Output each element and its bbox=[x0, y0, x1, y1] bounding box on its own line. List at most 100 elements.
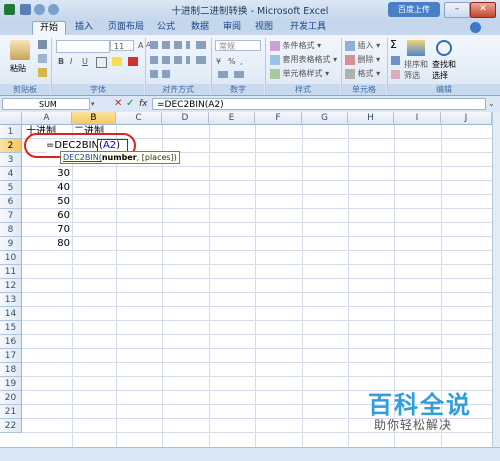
borders-icon[interactable] bbox=[96, 57, 107, 68]
currency-icon[interactable]: ¥ bbox=[216, 56, 221, 67]
column-header-g[interactable]: G bbox=[302, 112, 348, 125]
row-header[interactable]: 4 bbox=[0, 167, 22, 181]
align-top-icon[interactable] bbox=[150, 41, 190, 49]
column-header-d[interactable]: D bbox=[162, 112, 209, 125]
name-box-dropdown-icon[interactable]: ▾ bbox=[91, 100, 95, 108]
cell-a5[interactable]: 40 bbox=[22, 181, 70, 195]
row-header[interactable]: 2 bbox=[0, 139, 22, 153]
close-button[interactable]: ✕ bbox=[470, 2, 496, 18]
tab-page-layout[interactable]: 页面布局 bbox=[102, 21, 150, 34]
row-header[interactable]: 7 bbox=[0, 209, 22, 223]
tab-data[interactable]: 数据 bbox=[186, 21, 214, 34]
font-name-box[interactable] bbox=[56, 40, 110, 53]
fill-icon[interactable] bbox=[391, 56, 400, 65]
column-header-c[interactable]: C bbox=[116, 112, 162, 125]
row-header[interactable]: 20 bbox=[0, 391, 22, 405]
fill-color-icon[interactable] bbox=[112, 57, 122, 66]
font-color-icon[interactable] bbox=[128, 57, 138, 66]
minimize-button[interactable]: – bbox=[444, 2, 470, 18]
grow-font-button[interactable]: A bbox=[138, 40, 143, 51]
indent-icon[interactable] bbox=[150, 70, 174, 78]
underline-button[interactable]: U bbox=[82, 56, 88, 67]
row-header[interactable]: 9 bbox=[0, 237, 22, 251]
sheet-tabs-bar[interactable] bbox=[0, 447, 500, 461]
select-all-corner[interactable] bbox=[0, 112, 22, 125]
column-header-f[interactable]: F bbox=[255, 112, 302, 125]
upload-button[interactable]: 百度上传 bbox=[388, 2, 440, 17]
row-header[interactable]: 12 bbox=[0, 279, 22, 293]
italic-button[interactable]: I bbox=[70, 56, 72, 67]
insert-function-button[interactable]: fx bbox=[139, 99, 148, 109]
find-select-icon[interactable] bbox=[436, 40, 452, 56]
cancel-entry-icon[interactable]: ✕ bbox=[114, 98, 122, 109]
name-box[interactable]: SUM bbox=[2, 98, 90, 110]
row-header[interactable]: 8 bbox=[0, 223, 22, 237]
cell-a8[interactable]: 70 bbox=[22, 223, 70, 237]
insert-cells-button[interactable]: 插入 ▾ bbox=[345, 40, 380, 51]
format-as-table-button[interactable]: 套用表格格式 ▾ bbox=[270, 54, 337, 65]
copy-icon[interactable] bbox=[38, 54, 47, 63]
row-header[interactable]: 13 bbox=[0, 293, 22, 307]
row-header[interactable]: 21 bbox=[0, 405, 22, 419]
column-header-b[interactable]: B bbox=[72, 112, 116, 125]
tab-developer[interactable]: 开发工具 bbox=[284, 21, 332, 34]
cell-a6[interactable]: 50 bbox=[22, 195, 70, 209]
tab-formulas[interactable]: 公式 bbox=[152, 21, 180, 34]
expand-formula-bar-icon[interactable]: ⌄ bbox=[488, 99, 495, 108]
delete-cells-button[interactable]: 删除 ▾ bbox=[345, 54, 380, 65]
column-header-h[interactable]: H bbox=[348, 112, 394, 125]
row-header[interactable]: 16 bbox=[0, 335, 22, 349]
row-header[interactable]: 5 bbox=[0, 181, 22, 195]
find-select-label-1[interactable]: 查找和 bbox=[432, 59, 456, 70]
autosum-button[interactable]: Σ bbox=[390, 39, 397, 50]
help-icon[interactable] bbox=[470, 22, 481, 33]
column-header-e[interactable]: E bbox=[209, 112, 255, 125]
sort-filter-label-1[interactable]: 排序和 bbox=[404, 59, 428, 70]
tab-review[interactable]: 审阅 bbox=[218, 21, 246, 34]
column-header-a[interactable]: A bbox=[22, 112, 72, 125]
align-left-icon[interactable] bbox=[150, 56, 190, 64]
confirm-entry-icon[interactable]: ✓ bbox=[126, 98, 134, 109]
cell-styles-button[interactable]: 单元格样式 ▾ bbox=[270, 68, 329, 79]
row-header[interactable]: 3 bbox=[0, 153, 22, 167]
font-size-box[interactable]: 11 bbox=[110, 40, 134, 51]
row-header[interactable]: 10 bbox=[0, 251, 22, 265]
tab-home[interactable]: 开始 bbox=[32, 21, 66, 35]
column-header-i[interactable]: I bbox=[394, 112, 441, 125]
tab-insert[interactable]: 插入 bbox=[70, 21, 98, 34]
format-cells-button[interactable]: 格式 ▾ bbox=[345, 68, 380, 79]
find-select-label-2[interactable]: 选择 bbox=[432, 70, 448, 81]
cut-icon[interactable] bbox=[38, 40, 47, 49]
decrease-decimal-icon[interactable] bbox=[234, 71, 244, 78]
row-header[interactable]: 19 bbox=[0, 377, 22, 391]
row-header[interactable]: 22 bbox=[0, 419, 22, 433]
increase-decimal-icon[interactable] bbox=[218, 71, 228, 78]
row-header[interactable]: 1 bbox=[0, 125, 22, 139]
sort-filter-label-2[interactable]: 筛选 bbox=[404, 70, 420, 81]
number-format-select[interactable]: 常规 bbox=[215, 40, 261, 51]
row-header[interactable]: 6 bbox=[0, 195, 22, 209]
merge-cells-icon[interactable] bbox=[196, 56, 206, 64]
clear-icon[interactable] bbox=[391, 70, 400, 79]
row-header[interactable]: 18 bbox=[0, 363, 22, 377]
tooltip-function-name[interactable]: DEC2BIN( bbox=[63, 153, 102, 162]
cell-a7[interactable]: 60 bbox=[22, 209, 70, 223]
row-header[interactable]: 11 bbox=[0, 265, 22, 279]
paste-icon[interactable] bbox=[10, 40, 30, 60]
paste-button[interactable]: 粘贴 bbox=[10, 63, 26, 74]
cell-a4[interactable]: 30 bbox=[22, 167, 70, 181]
conditional-format-button[interactable]: 条件格式 ▾ bbox=[270, 40, 321, 51]
row-header[interactable]: 15 bbox=[0, 321, 22, 335]
wrap-text-icon[interactable] bbox=[196, 41, 206, 49]
format-painter-icon[interactable] bbox=[38, 68, 47, 77]
row-header[interactable]: 17 bbox=[0, 349, 22, 363]
column-header-j[interactable]: J bbox=[441, 112, 492, 125]
sort-filter-icon[interactable] bbox=[407, 40, 425, 56]
percent-button[interactable]: % bbox=[228, 56, 236, 67]
formula-input[interactable]: =DEC2BIN(A2) bbox=[152, 98, 486, 110]
bold-button[interactable]: B bbox=[58, 56, 64, 67]
row-header[interactable]: 14 bbox=[0, 307, 22, 321]
comma-button[interactable]: , bbox=[240, 56, 243, 67]
vertical-scrollbar[interactable] bbox=[492, 112, 500, 447]
tab-view[interactable]: 视图 bbox=[250, 21, 278, 34]
